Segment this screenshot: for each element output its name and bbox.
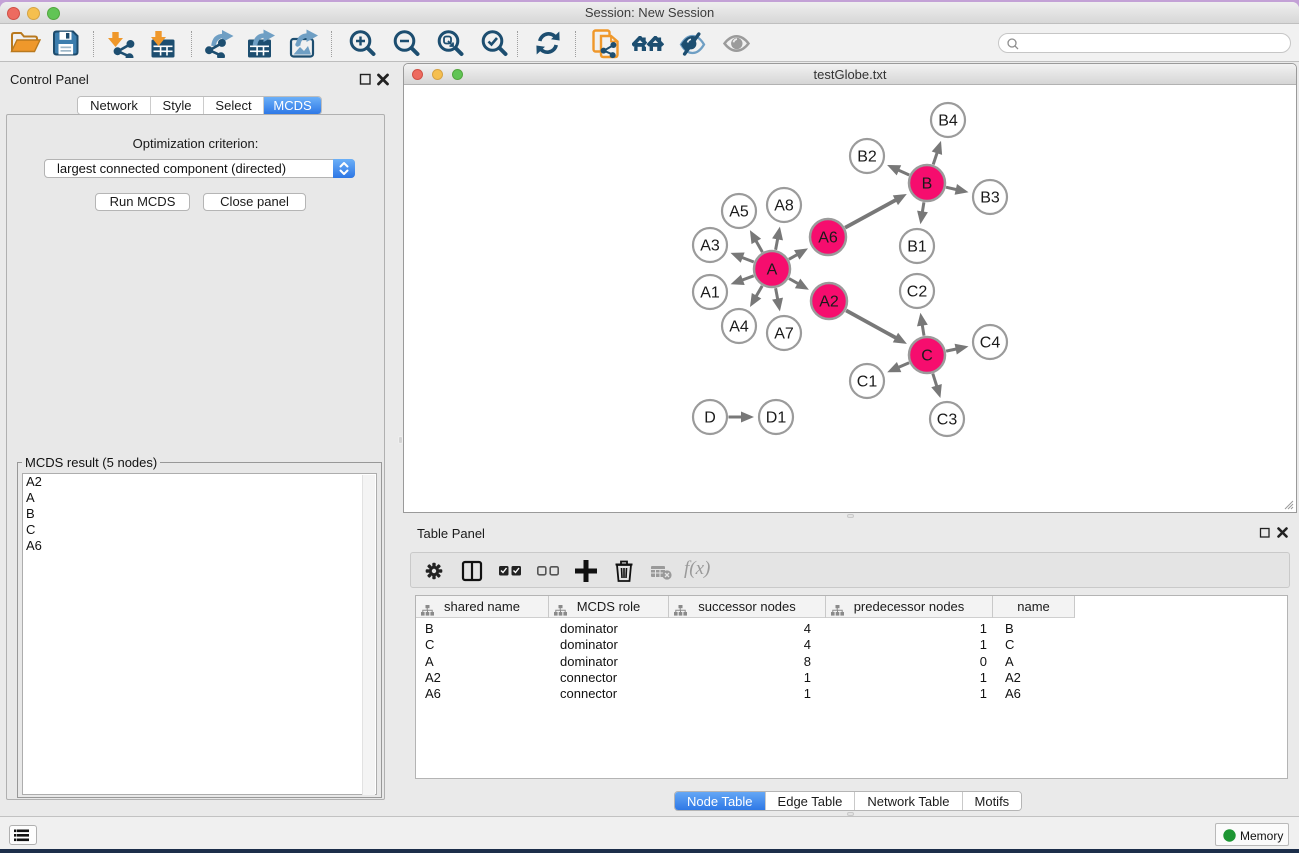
svg-text:C3: C3 [937, 412, 958, 429]
svg-text:D: D [704, 410, 716, 427]
svg-text:C4: C4 [980, 335, 1001, 352]
svg-text:D1: D1 [766, 410, 787, 427]
svg-text:A7: A7 [774, 326, 794, 343]
svg-text:A8: A8 [774, 198, 794, 215]
svg-text:C1: C1 [857, 374, 878, 391]
svg-text:A2: A2 [819, 294, 839, 311]
svg-text:B4: B4 [938, 113, 958, 130]
svg-text:B: B [922, 176, 933, 193]
svg-text:A3: A3 [700, 238, 720, 255]
svg-text:A5: A5 [729, 204, 749, 221]
svg-text:B2: B2 [857, 149, 877, 166]
svg-text:C: C [921, 348, 933, 365]
svg-text:C2: C2 [907, 284, 928, 301]
svg-text:A6: A6 [818, 230, 838, 247]
svg-text:A1: A1 [700, 285, 720, 302]
svg-text:B1: B1 [907, 239, 927, 256]
svg-text:A: A [767, 262, 778, 279]
svg-text:B3: B3 [980, 190, 1000, 207]
svg-text:A4: A4 [729, 319, 749, 336]
